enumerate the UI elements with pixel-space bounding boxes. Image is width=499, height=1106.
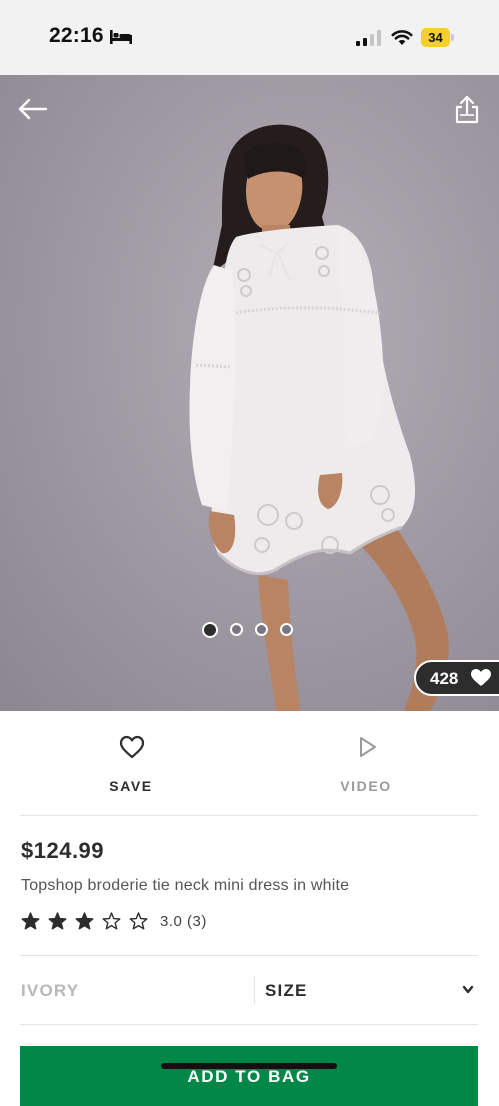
likes-count: 428 xyxy=(430,669,459,688)
heart-filled-icon xyxy=(471,669,491,686)
size-dropdown[interactable]: SIZE xyxy=(265,970,480,1010)
rating-value: 3.0 (3) xyxy=(160,913,207,930)
add-to-bag-label: ADD TO BAG xyxy=(187,1067,311,1086)
wifi-icon xyxy=(391,30,413,45)
add-to-bag-button[interactable]: ADD TO BAG xyxy=(20,1046,478,1106)
play-icon xyxy=(360,737,376,757)
pagination-dot[interactable] xyxy=(280,623,293,636)
pagination-dot[interactable] xyxy=(255,623,268,636)
battery-icon: 34 xyxy=(421,28,454,47)
back-arrow-icon[interactable] xyxy=(16,97,48,121)
star-filled-icon xyxy=(21,912,40,930)
signal-icon xyxy=(356,30,381,46)
pagination-dot[interactable] xyxy=(230,623,243,636)
product-price: $124.99 xyxy=(21,838,105,863)
product-image-gallery[interactable]: 428 xyxy=(0,75,499,711)
size-label: SIZE xyxy=(265,981,308,1000)
save-button[interactable]: SAVE xyxy=(31,711,231,815)
star-filled-icon xyxy=(75,912,94,930)
likes-badge[interactable]: 428 xyxy=(414,660,499,696)
product-photo xyxy=(189,124,449,711)
variant-selectors: IVORY SIZE xyxy=(0,956,499,1024)
star-empty-icon xyxy=(129,912,148,930)
divider xyxy=(20,815,478,816)
video-button[interactable]: VIDEO xyxy=(266,711,466,815)
chevron-down-icon xyxy=(462,985,474,994)
selector-divider xyxy=(254,976,255,1004)
home-indicator xyxy=(161,1063,337,1069)
status-time: 22:16 xyxy=(49,24,104,47)
star-empty-icon xyxy=(102,912,121,930)
bed-icon xyxy=(110,30,132,44)
video-label: VIDEO xyxy=(340,778,392,794)
battery-tip xyxy=(451,34,454,41)
product-actions: SAVE VIDEO xyxy=(0,711,499,815)
status-bar: 22:16 34 xyxy=(0,0,499,75)
colour-value: IVORY xyxy=(21,981,80,1000)
share-icon[interactable] xyxy=(454,94,480,124)
pagination-dot-active[interactable] xyxy=(202,622,218,638)
product-name: Topshop broderie tie neck mini dress in … xyxy=(21,877,350,894)
save-label: SAVE xyxy=(109,778,153,794)
divider xyxy=(20,1024,478,1025)
star-filled-icon xyxy=(48,912,67,930)
heart-outline-icon xyxy=(119,735,145,759)
battery-level: 34 xyxy=(428,30,443,45)
